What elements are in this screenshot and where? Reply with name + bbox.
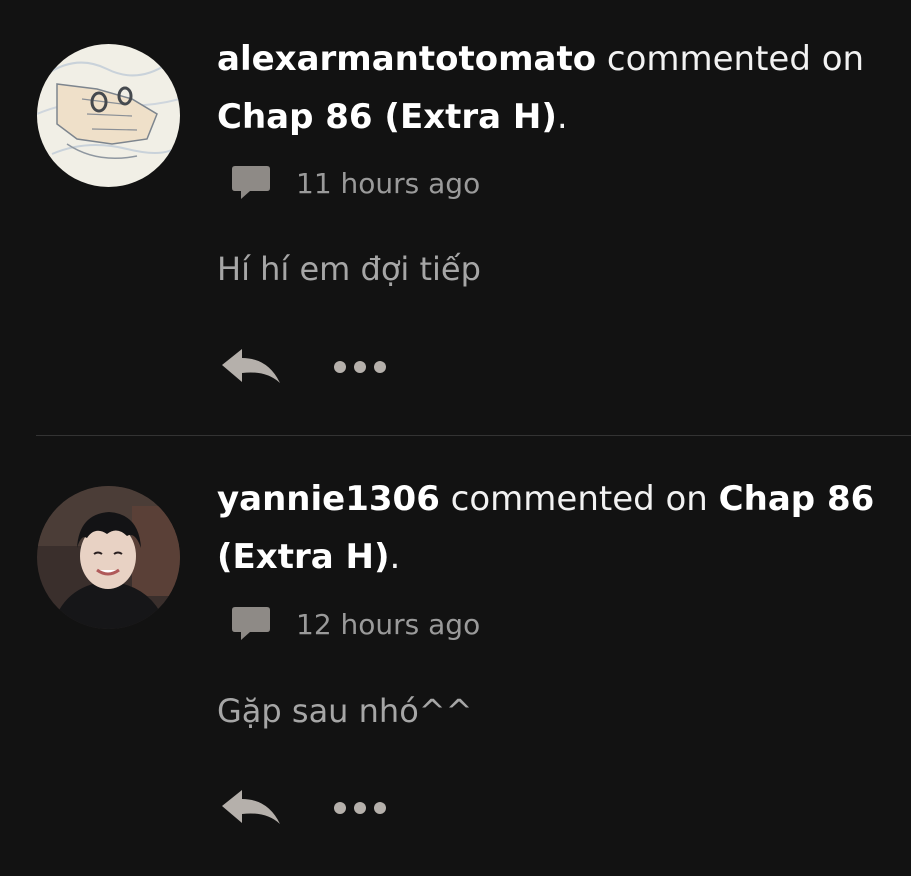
avatar[interactable] [37,486,180,629]
comment-action-text: commented on [439,479,719,519]
avatar[interactable] [37,44,180,187]
comment-bubble-icon [232,166,270,199]
comment-item: yannie1306 commented on Chap 86 (Extra H… [0,436,911,876]
comment-item: alexarmantotomato commented on Chap 86 (… [0,0,911,435]
comment-target-link[interactable]: Chap 86 (Extra H) [217,97,557,137]
comment-username[interactable]: alexarmantotomato [217,39,596,79]
comment-username[interactable]: yannie1306 [217,479,440,519]
comment-headline: yannie1306 commented on Chap 86 (Extra H… [217,470,877,586]
comment-timestamp: 11 hours ago [296,166,481,200]
reply-arrow-icon[interactable] [218,343,284,391]
headline-punctuation: . [389,537,401,577]
comment-actions [218,342,388,392]
reply-arrow-icon[interactable] [218,784,284,832]
comment-meta: 11 hours ago [230,163,480,203]
comment-headline: alexarmantotomato commented on Chap 86 (… [217,30,877,146]
comment-text: Hí hí em đợi tiếp [217,250,481,288]
more-dots-icon[interactable] [332,800,388,816]
comment-bubble-icon [232,607,270,640]
comment-timestamp: 12 hours ago [296,607,481,641]
headline-punctuation: . [556,97,568,137]
comment-action-text: commented on [596,39,865,79]
more-dots-icon[interactable] [332,359,388,375]
comment-text: Gặp sau nhó^^ [217,692,473,730]
comment-meta: 12 hours ago [230,604,480,644]
comment-actions [218,783,388,833]
